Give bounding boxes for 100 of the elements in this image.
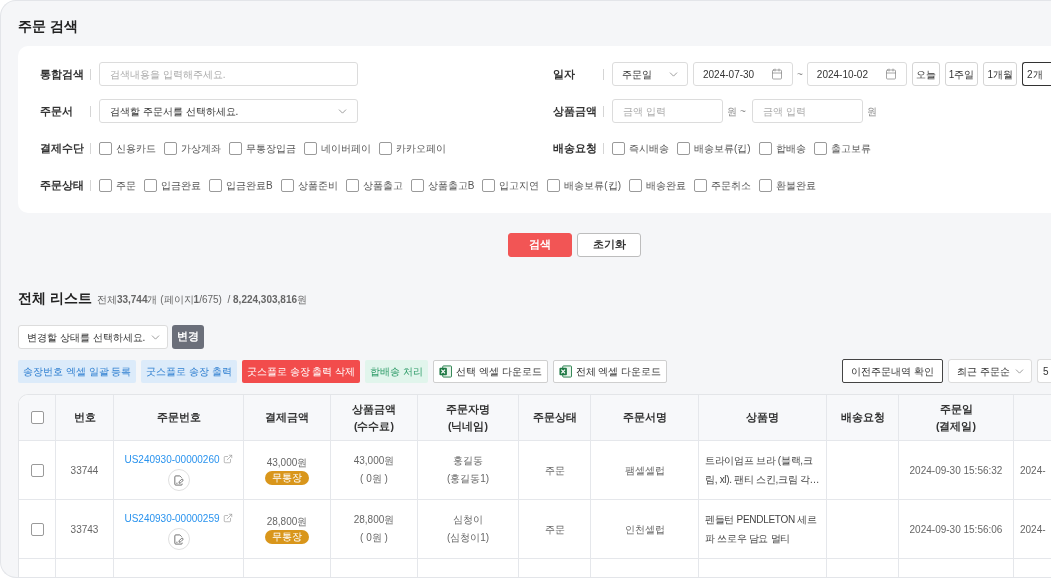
column-header: 번호: [73, 410, 96, 425]
calendar-icon[interactable]: [884, 68, 897, 80]
list-summary: 전체33,744개 (페이지1/675) / 8,224,303,816원: [96, 293, 307, 307]
column-header: 주문상태: [532, 410, 577, 425]
action-button[interactable]: 굿스플로 송장 출력: [141, 359, 237, 383]
excel-download-button[interactable]: 선택 엑셀 다운로드: [433, 359, 548, 383]
calendar-icon[interactable]: [771, 68, 783, 80]
field-label: 통합검색: [40, 66, 85, 82]
checkbox[interactable]: [30, 411, 44, 424]
range-separator: ~: [740, 104, 746, 119]
list-title: 전체 리스트: [18, 289, 92, 308]
checkbox-label[interactable]: 입금완료: [161, 177, 201, 193]
action-button[interactable]: 굿스플로 송장 출력 삭제: [241, 359, 361, 383]
checkbox[interactable]: [612, 141, 625, 155]
checkbox[interactable]: [164, 141, 177, 155]
checkbox-label[interactable]: 주문취소: [711, 177, 751, 193]
checkbox[interactable]: [345, 178, 359, 192]
memo-button[interactable]: [167, 528, 190, 550]
period-button[interactable]: 오늘: [911, 62, 940, 86]
checkbox[interactable]: [99, 178, 112, 192]
order-status: 주문: [544, 522, 565, 537]
checkbox[interactable]: [304, 141, 317, 155]
checkbox[interactable]: [229, 141, 242, 155]
order-date: 2024-09-30 15:56:32: [909, 463, 1003, 478]
checkbox-label[interactable]: 주문: [116, 177, 136, 193]
checkbox[interactable]: [629, 178, 642, 192]
checkbox-label[interactable]: 신용카드: [116, 140, 156, 156]
checkbox[interactable]: [144, 178, 157, 192]
checkbox-label[interactable]: 즉시배송: [629, 140, 669, 156]
date-field[interactable]: 2024-10-02: [806, 62, 907, 86]
checkbox[interactable]: [547, 178, 561, 192]
checkbox-label[interactable]: 환불완료: [776, 177, 816, 193]
checkbox[interactable]: [759, 178, 772, 192]
date-text: 2024-: [1020, 463, 1046, 478]
checkbox[interactable]: [280, 178, 294, 192]
checkbox-label[interactable]: 가상계좌: [181, 140, 221, 156]
checkbox-label[interactable]: 무통장입금: [246, 140, 296, 156]
checkbox-label[interactable]: 배송완료: [646, 177, 686, 193]
checkbox[interactable]: [410, 178, 424, 192]
date-field[interactable]: 2024-07-30: [693, 62, 793, 86]
payment-amount: 28,800원: [266, 515, 308, 529]
period-button[interactable]: 1주일: [944, 62, 979, 86]
field-label: 상품금액: [553, 103, 598, 119]
amount-input[interactable]: 금액 입력: [612, 99, 723, 123]
apply-button[interactable]: 변경: [172, 325, 204, 349]
checkbox-label[interactable]: 입고지연: [499, 177, 540, 193]
memo-button[interactable]: [167, 469, 190, 491]
checkbox[interactable]: [758, 141, 772, 155]
search-input[interactable]: 검색내용을 입력해주세요.: [99, 62, 358, 86]
note-pencil-icon: [173, 533, 184, 545]
checkbox-label[interactable]: 출고보류: [830, 140, 871, 156]
checkbox-label[interactable]: 입금완료B: [226, 177, 273, 193]
external-link-icon[interactable]: [222, 513, 233, 523]
checkbox-label[interactable]: 배송보류(킵): [564, 177, 621, 193]
sort-select[interactable]: 최근 주문순: [948, 359, 1032, 383]
checkbox-label[interactable]: 배송보류(킵): [694, 140, 751, 156]
checkbox[interactable]: [694, 178, 707, 192]
column-header: 배송요청: [840, 410, 885, 425]
checkbox-label[interactable]: 합배송: [775, 140, 806, 156]
column-header: 주문서명: [622, 410, 667, 425]
checkbox[interactable]: [209, 178, 222, 192]
checkbox[interactable]: [30, 463, 44, 477]
checkbox[interactable]: [379, 141, 392, 155]
checkbox[interactable]: [677, 141, 690, 155]
checkbox[interactable]: [99, 141, 112, 155]
row-number: 33743: [70, 522, 99, 537]
product-name: 펜들턴 PENDLETON 세르파 쓰로우 담요 멀티: [705, 513, 818, 546]
checkbox[interactable]: [813, 141, 827, 155]
action-button[interactable]: 송장번호 엑셀 일괄 등록: [18, 359, 137, 383]
fee-amount: ( 0원 ): [360, 472, 388, 486]
amount-input[interactable]: 금액 입력: [751, 99, 863, 123]
order-history-button[interactable]: 이전주문내역 확인: [842, 359, 943, 383]
checkbox[interactable]: [30, 522, 44, 536]
status-select[interactable]: 변경할 상태를 선택하세요.: [18, 325, 168, 349]
column-header: 상품금액 (수수료): [352, 401, 396, 434]
spreadsheet-icon: [558, 364, 572, 378]
range-separator: ~: [797, 67, 803, 82]
checkbox[interactable]: [482, 178, 496, 192]
period-button[interactable]: 1개월: [983, 62, 1017, 86]
checkbox-label[interactable]: 카카오페이: [396, 140, 446, 156]
external-link-icon[interactable]: [222, 454, 233, 464]
product-amount: 28,800원: [353, 513, 395, 527]
row-number: 33744: [70, 463, 99, 478]
order-form-select[interactable]: 검색할 주문서를 선택하세요.: [99, 99, 358, 123]
note-pencil-icon: [173, 474, 184, 486]
checkbox-label[interactable]: 상품출고B: [427, 177, 475, 193]
payment-method-badge: 무통장: [265, 530, 309, 544]
page-size-select[interactable]: 5: [1037, 359, 1051, 383]
field-label: 결제수단: [40, 140, 85, 156]
date-type-select[interactable]: 주문일: [612, 62, 688, 86]
checkbox-label[interactable]: 상품출고: [362, 177, 403, 193]
checkbox-label[interactable]: 상품준비: [297, 177, 338, 193]
period-button[interactable]: 2개: [1021, 62, 1051, 86]
column-header: 주문자명 (닉네임): [446, 401, 490, 434]
checkbox-label[interactable]: 네이버페이: [321, 140, 371, 156]
product-amount: 43,000원: [353, 454, 395, 468]
reset-button[interactable]: 초기화: [577, 233, 641, 257]
excel-download-button[interactable]: 전체 엑셀 다운로드: [552, 359, 668, 383]
column-header: 결제금액: [265, 410, 309, 425]
currency-unit: 원: [727, 104, 737, 119]
